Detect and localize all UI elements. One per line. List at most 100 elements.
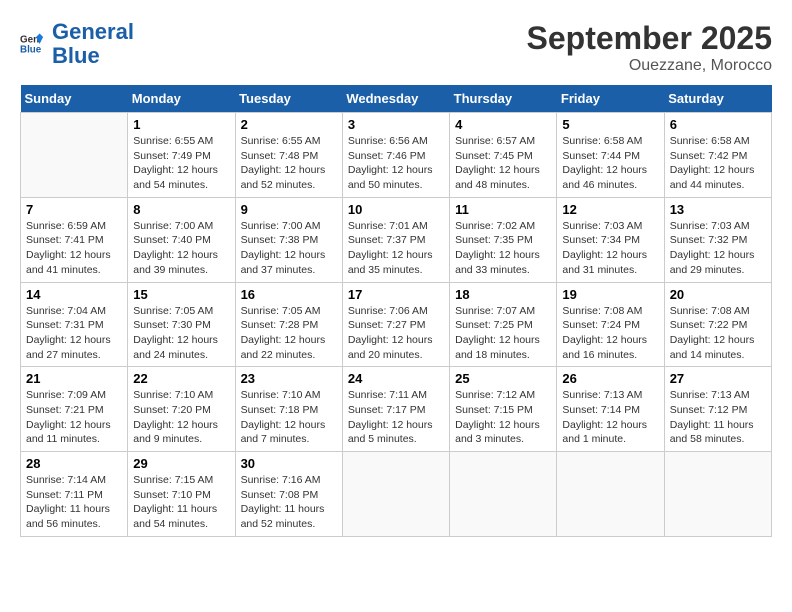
calendar-cell: 2 Sunrise: 6:55 AMSunset: 7:48 PMDaylight…: [235, 113, 342, 198]
day-info: Sunrise: 7:16 AMSunset: 7:08 PMDaylight:…: [241, 473, 337, 532]
day-info: Sunrise: 7:08 AMSunset: 7:22 PMDaylight:…: [670, 304, 766, 363]
weekday-header-sunday: Sunday: [21, 85, 128, 113]
day-number: 9: [241, 202, 337, 217]
calendar-cell: 6 Sunrise: 6:58 AMSunset: 7:42 PMDaylight…: [664, 113, 771, 198]
day-info: Sunrise: 6:55 AMSunset: 7:49 PMDaylight:…: [133, 134, 229, 193]
day-number: 10: [348, 202, 444, 217]
calendar-cell: 9 Sunrise: 7:00 AMSunset: 7:38 PMDaylight…: [235, 197, 342, 282]
calendar-cell: 30 Sunrise: 7:16 AMSunset: 7:08 PMDayligh…: [235, 452, 342, 537]
calendar-cell: 21 Sunrise: 7:09 AMSunset: 7:21 PMDayligh…: [21, 367, 128, 452]
calendar-cell: [664, 452, 771, 537]
day-number: 15: [133, 287, 229, 302]
day-info: Sunrise: 7:14 AMSunset: 7:11 PMDaylight:…: [26, 473, 122, 532]
logo-line2: Blue: [52, 43, 100, 68]
day-info: Sunrise: 7:10 AMSunset: 7:18 PMDaylight:…: [241, 388, 337, 447]
day-number: 13: [670, 202, 766, 217]
day-number: 19: [562, 287, 658, 302]
day-number: 16: [241, 287, 337, 302]
day-info: Sunrise: 6:58 AMSunset: 7:44 PMDaylight:…: [562, 134, 658, 193]
calendar-cell: 22Sunrise: 7:10 AMSunset: 7:20 PMDayligh…: [128, 367, 235, 452]
day-number: 3: [348, 117, 444, 132]
calendar-cell: 27Sunrise: 7:13 AMSunset: 7:12 PMDayligh…: [664, 367, 771, 452]
logo-line1: General: [52, 19, 134, 44]
location-subtitle: Ouezzane, Morocco: [527, 57, 772, 75]
day-info: Sunrise: 7:07 AMSunset: 7:25 PMDaylight:…: [455, 304, 551, 363]
day-info: Sunrise: 7:01 AMSunset: 7:37 PMDaylight:…: [348, 219, 444, 278]
day-info: Sunrise: 7:09 AMSunset: 7:21 PMDaylight:…: [26, 388, 122, 447]
calendar-cell: 4 Sunrise: 6:57 AMSunset: 7:45 PMDaylight…: [450, 113, 557, 198]
calendar-cell: 7 Sunrise: 6:59 AMSunset: 7:41 PMDaylight…: [21, 197, 128, 282]
calendar-week-5: 28 Sunrise: 7:14 AMSunset: 7:11 PMDayligh…: [21, 452, 772, 537]
logo: Gen Blue General Blue: [20, 20, 134, 68]
calendar-cell: 23 Sunrise: 7:10 AMSunset: 7:18 PMDayligh…: [235, 367, 342, 452]
calendar-week-1: 1 Sunrise: 6:55 AMSunset: 7:49 PMDaylight…: [21, 113, 772, 198]
calendar-cell: 18 Sunrise: 7:07 AMSunset: 7:25 PMDayligh…: [450, 282, 557, 367]
calendar-cell: 26 Sunrise: 7:13 AMSunset: 7:14 PMDayligh…: [557, 367, 664, 452]
day-number: 4: [455, 117, 551, 132]
day-info: Sunrise: 7:05 AMSunset: 7:28 PMDaylight:…: [241, 304, 337, 363]
day-number: 25: [455, 371, 551, 386]
day-number: 1: [133, 117, 229, 132]
day-info: Sunrise: 7:04 AMSunset: 7:31 PMDaylight:…: [26, 304, 122, 363]
calendar-cell: 3 Sunrise: 6:56 AMSunset: 7:46 PMDaylight…: [342, 113, 449, 198]
calendar-cell: 8 Sunrise: 7:00 AMSunset: 7:40 PMDaylight…: [128, 197, 235, 282]
calendar-cell: 28 Sunrise: 7:14 AMSunset: 7:11 PMDayligh…: [21, 452, 128, 537]
calendar-cell: 19Sunrise: 7:08 AMSunset: 7:24 PMDayligh…: [557, 282, 664, 367]
calendar-cell: 13 Sunrise: 7:03 AMSunset: 7:32 PMDayligh…: [664, 197, 771, 282]
calendar-cell: 25Sunrise: 7:12 AMSunset: 7:15 PMDayligh…: [450, 367, 557, 452]
day-number: 29: [133, 456, 229, 471]
day-number: 30: [241, 456, 337, 471]
weekday-header-tuesday: Tuesday: [235, 85, 342, 113]
day-info: Sunrise: 6:57 AMSunset: 7:45 PMDaylight:…: [455, 134, 551, 193]
day-number: 8: [133, 202, 229, 217]
calendar-cell: 20Sunrise: 7:08 AMSunset: 7:22 PMDayligh…: [664, 282, 771, 367]
day-number: 2: [241, 117, 337, 132]
day-number: 6: [670, 117, 766, 132]
calendar-cell: 14 Sunrise: 7:04 AMSunset: 7:31 PMDayligh…: [21, 282, 128, 367]
svg-text:Blue: Blue: [20, 45, 42, 56]
day-info: Sunrise: 7:00 AMSunset: 7:38 PMDaylight:…: [241, 219, 337, 278]
calendar-cell: 15Sunrise: 7:05 AMSunset: 7:30 PMDayligh…: [128, 282, 235, 367]
day-number: 24: [348, 371, 444, 386]
day-number: 22: [133, 371, 229, 386]
day-info: Sunrise: 6:55 AMSunset: 7:48 PMDaylight:…: [241, 134, 337, 193]
day-info: Sunrise: 6:58 AMSunset: 7:42 PMDaylight:…: [670, 134, 766, 193]
weekday-header-saturday: Saturday: [664, 85, 771, 113]
day-info: Sunrise: 7:13 AMSunset: 7:14 PMDaylight:…: [562, 388, 658, 447]
day-number: 21: [26, 371, 122, 386]
day-number: 5: [562, 117, 658, 132]
day-number: 12: [562, 202, 658, 217]
weekday-header-friday: Friday: [557, 85, 664, 113]
day-info: Sunrise: 6:59 AMSunset: 7:41 PMDaylight:…: [26, 219, 122, 278]
weekday-header-row: SundayMondayTuesdayWednesdayThursdayFrid…: [21, 85, 772, 113]
calendar-cell: 1 Sunrise: 6:55 AMSunset: 7:49 PMDaylight…: [128, 113, 235, 198]
calendar-cell: [21, 113, 128, 198]
calendar-cell: 5 Sunrise: 6:58 AMSunset: 7:44 PMDaylight…: [557, 113, 664, 198]
title-block: September 2025 Ouezzane, Morocco: [527, 20, 772, 75]
calendar-cell: 10 Sunrise: 7:01 AMSunset: 7:37 PMDayligh…: [342, 197, 449, 282]
day-info: Sunrise: 6:56 AMSunset: 7:46 PMDaylight:…: [348, 134, 444, 193]
calendar-week-3: 14 Sunrise: 7:04 AMSunset: 7:31 PMDayligh…: [21, 282, 772, 367]
calendar-cell: [342, 452, 449, 537]
day-number: 17: [348, 287, 444, 302]
day-number: 28: [26, 456, 122, 471]
day-info: Sunrise: 7:00 AMSunset: 7:40 PMDaylight:…: [133, 219, 229, 278]
month-title: September 2025: [527, 20, 772, 57]
day-number: 18: [455, 287, 551, 302]
calendar-cell: 17Sunrise: 7:06 AMSunset: 7:27 PMDayligh…: [342, 282, 449, 367]
calendar-cell: 29 Sunrise: 7:15 AMSunset: 7:10 PMDayligh…: [128, 452, 235, 537]
day-info: Sunrise: 7:15 AMSunset: 7:10 PMDaylight:…: [133, 473, 229, 532]
day-number: 23: [241, 371, 337, 386]
day-info: Sunrise: 7:03 AMSunset: 7:34 PMDaylight:…: [562, 219, 658, 278]
day-number: 14: [26, 287, 122, 302]
logo-icon: Gen Blue: [20, 30, 48, 58]
calendar-cell: [450, 452, 557, 537]
calendar-cell: 12 Sunrise: 7:03 AMSunset: 7:34 PMDayligh…: [557, 197, 664, 282]
weekday-header-wednesday: Wednesday: [342, 85, 449, 113]
day-number: 7: [26, 202, 122, 217]
day-info: Sunrise: 7:11 AMSunset: 7:17 PMDaylight:…: [348, 388, 444, 447]
day-info: Sunrise: 7:03 AMSunset: 7:32 PMDaylight:…: [670, 219, 766, 278]
day-number: 26: [562, 371, 658, 386]
calendar-week-2: 7 Sunrise: 6:59 AMSunset: 7:41 PMDaylight…: [21, 197, 772, 282]
calendar-table: SundayMondayTuesdayWednesdayThursdayFrid…: [20, 85, 772, 537]
